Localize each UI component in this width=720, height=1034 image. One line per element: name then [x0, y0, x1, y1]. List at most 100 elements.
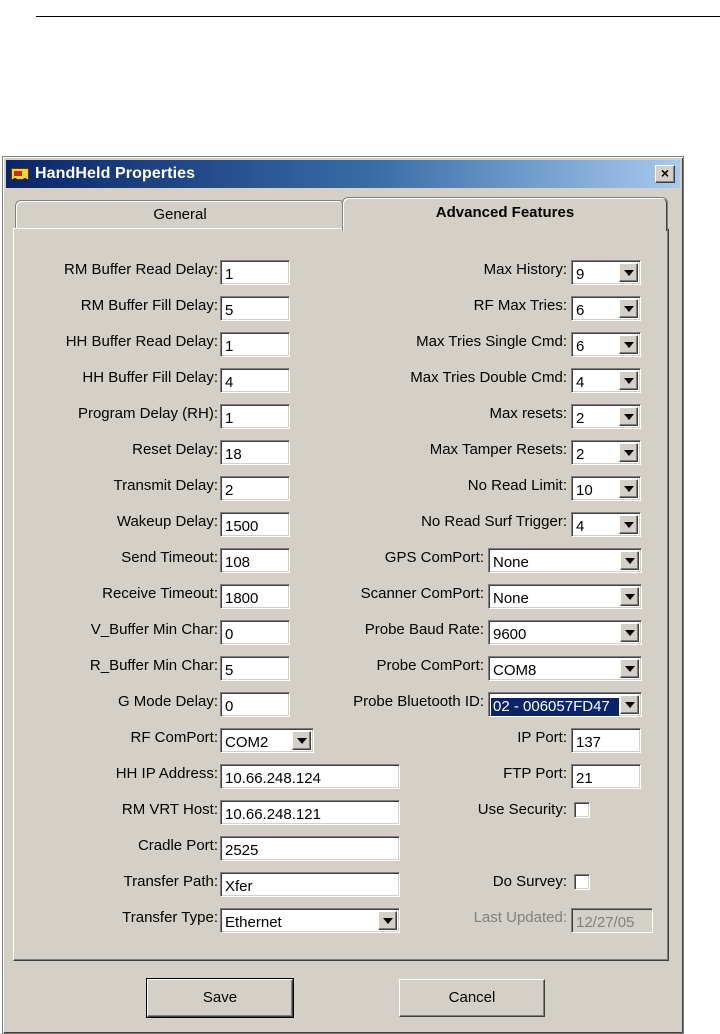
probe-baud-rate-label: Probe Baud Rate:	[364, 621, 484, 638]
hh-buffer-read-delay-label: HH Buffer Read Delay:	[65, 333, 218, 350]
reset-delay-input[interactable]: 18	[220, 440, 290, 465]
chevron-down-icon[interactable]	[378, 911, 397, 930]
rf-comport-select[interactable]: COM2	[220, 728, 314, 753]
advanced-features-panel: RM Buffer Read Delay: 1 RM Buffer Fill D…	[13, 228, 669, 961]
probe-baud-rate-value: 9600	[493, 626, 527, 643]
receive-timeout-input[interactable]: 1800	[220, 584, 290, 609]
close-icon[interactable]: ×	[655, 165, 675, 183]
chevron-down-icon[interactable]	[620, 623, 639, 642]
receive-timeout-label: Receive Timeout:	[102, 585, 218, 602]
chevron-down-icon[interactable]	[619, 443, 638, 462]
chevron-down-icon[interactable]	[620, 587, 639, 606]
max-history-label: Max History:	[483, 261, 567, 278]
no-read-limit-label: No Read Limit:	[467, 477, 567, 494]
chevron-down-icon[interactable]	[619, 299, 638, 318]
probe-comport-select[interactable]: COM8	[488, 656, 642, 681]
ftp-port-input[interactable]: 21	[571, 764, 641, 789]
ftp-port-label: FTP Port:	[503, 765, 567, 782]
program-delay-input[interactable]: 1	[220, 404, 290, 429]
no-read-surf-trigger-select[interactable]: 4	[571, 512, 641, 537]
transfer-type-select[interactable]: Ethernet	[220, 908, 400, 933]
g-mode-delay-label: G Mode Delay:	[117, 693, 218, 710]
no-read-limit-select[interactable]: 10	[571, 476, 641, 501]
cradle-port-input[interactable]: 2525	[220, 836, 400, 861]
send-timeout-label: Send Timeout:	[121, 549, 218, 566]
no-read-limit-value: 10	[576, 482, 593, 499]
max-resets-label: Max resets:	[489, 405, 567, 422]
transmit-delay-label: Transmit Delay:	[113, 477, 218, 494]
gps-comport-select[interactable]: None	[488, 548, 642, 573]
rm-buffer-fill-delay-label: RM Buffer Fill Delay:	[80, 297, 218, 314]
g-mode-delay-input[interactable]: 0	[220, 692, 290, 717]
save-button[interactable]: Save	[146, 978, 294, 1018]
do-survey-checkbox[interactable]	[574, 874, 590, 890]
probe-baud-rate-select[interactable]: 9600	[488, 620, 642, 645]
chevron-down-icon[interactable]	[619, 335, 638, 354]
max-tries-single-cmd-value: 6	[576, 338, 585, 355]
chevron-down-icon[interactable]	[619, 407, 638, 426]
hh-buffer-fill-delay-input[interactable]: 4	[220, 368, 290, 393]
tab-general[interactable]: General	[15, 200, 345, 229]
max-history-select[interactable]: 9	[571, 260, 641, 285]
probe-bluetooth-id-value: 02 - 006057FD47	[491, 698, 619, 716]
wakeup-delay-input[interactable]: 1500	[220, 512, 290, 537]
max-tries-double-cmd-value: 4	[576, 374, 585, 391]
no-read-surf-trigger-label: No Read Surf Trigger:	[421, 513, 567, 530]
hh-buffer-read-delay-input[interactable]: 1	[220, 332, 290, 357]
chevron-down-icon[interactable]	[619, 263, 638, 282]
cancel-button-label: Cancel	[448, 989, 496, 1006]
last-updated-label: Last Updated:	[473, 909, 567, 926]
transmit-delay-input[interactable]: 2	[220, 476, 290, 501]
max-tries-double-cmd-select[interactable]: 4	[571, 368, 641, 393]
page-top-rule	[36, 16, 720, 17]
v-buffer-min-char-label: V_Buffer Min Char:	[90, 621, 218, 638]
chevron-down-icon[interactable]	[620, 695, 639, 714]
chevron-down-icon[interactable]	[619, 515, 638, 534]
max-tamper-resets-select[interactable]: 2	[571, 440, 641, 465]
probe-bluetooth-id-select[interactable]: 02 - 006057FD47	[488, 692, 642, 717]
r-buffer-min-char-label: R_Buffer Min Char:	[89, 657, 218, 674]
ip-port-label: IP Port:	[517, 729, 567, 746]
gps-comport-label: GPS ComPort:	[384, 549, 484, 566]
use-security-label: Use Security:	[477, 801, 567, 818]
scanner-comport-value: None	[493, 590, 529, 607]
max-tamper-resets-label: Max Tamper Resets:	[429, 441, 567, 458]
title-bar[interactable]: HandHeld Properties ×	[6, 160, 680, 188]
v-buffer-min-char-input[interactable]: 0	[220, 620, 290, 645]
chevron-down-icon[interactable]	[620, 659, 639, 678]
handheld-properties-dialog: HandHeld Properties × General Advanced F…	[2, 156, 684, 1034]
rf-max-tries-value: 6	[576, 302, 585, 319]
tab-advanced-features[interactable]: Advanced Features	[342, 197, 668, 231]
transfer-type-value: Ethernet	[225, 914, 282, 931]
rf-max-tries-select[interactable]: 6	[571, 296, 641, 321]
send-timeout-input[interactable]: 108	[220, 548, 290, 573]
max-tries-single-cmd-label: Max Tries Single Cmd:	[416, 333, 567, 350]
max-tries-single-cmd-select[interactable]: 6	[571, 332, 641, 357]
max-tamper-resets-value: 2	[576, 446, 585, 463]
rm-buffer-read-delay-label: RM Buffer Read Delay:	[64, 261, 218, 278]
use-security-checkbox[interactable]	[574, 802, 590, 818]
max-resets-select[interactable]: 2	[571, 404, 641, 429]
chevron-down-icon[interactable]	[620, 551, 639, 570]
r-buffer-min-char-input[interactable]: 5	[220, 656, 290, 681]
chevron-down-icon[interactable]	[619, 479, 638, 498]
hh-ip-address-input[interactable]: 10.66.248.124	[220, 764, 400, 789]
rm-vrt-host-input[interactable]: 10.66.248.121	[220, 800, 400, 825]
chevron-down-icon[interactable]	[292, 731, 311, 750]
reset-delay-label: Reset Delay:	[132, 441, 218, 458]
scanner-comport-label: Scanner ComPort:	[360, 585, 484, 602]
probe-bluetooth-id-label: Probe Bluetooth ID:	[353, 693, 484, 710]
max-tries-double-cmd-label: Max Tries Double Cmd:	[410, 369, 567, 386]
cancel-button[interactable]: Cancel	[399, 979, 545, 1017]
rm-vrt-host-label: RM VRT Host:	[121, 801, 218, 818]
transfer-path-input[interactable]: Xfer	[220, 872, 400, 897]
chevron-down-icon[interactable]	[619, 371, 638, 390]
scanner-comport-select[interactable]: None	[488, 584, 642, 609]
rm-buffer-read-delay-input[interactable]: 1	[220, 260, 290, 285]
hh-buffer-fill-delay-label: HH Buffer Fill Delay:	[82, 369, 218, 386]
rm-buffer-fill-delay-input[interactable]: 5	[220, 296, 290, 321]
handheld-app-icon	[10, 166, 30, 182]
max-history-value: 9	[576, 266, 585, 283]
ip-port-input[interactable]: 137	[571, 728, 641, 753]
last-updated-field: 12/27/05	[571, 908, 653, 933]
